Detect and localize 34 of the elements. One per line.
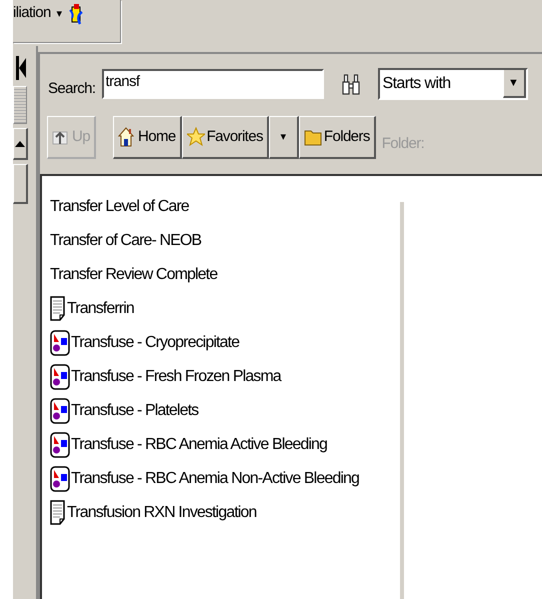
arrow-up-icon [15,140,25,146]
tab-panel[interactable]: iliation ▾ [13,0,121,43]
result-item[interactable]: Transfuse - Cryoprecipitate [71,334,240,352]
scroll-up-button[interactable] [13,128,28,160]
order-set-icon [50,398,70,424]
match-dropdown[interactable]: Starts with ▼ [378,68,528,100]
result-item[interactable]: Transfusion RXN Investigation [67,504,256,522]
result-item[interactable]: Transfer Review Complete [50,266,218,284]
order-set-icon [50,466,70,492]
folders-button[interactable]: Folders [298,116,376,158]
result-item[interactable]: Transfer of Care- NEOB [50,232,202,250]
result-item[interactable]: Transferrin [67,300,134,318]
favorites-menu-button[interactable]: ▾ [268,116,299,158]
search-label: Search: [48,80,96,96]
document-icon [50,500,66,526]
result-item[interactable]: Transfuse - RBC Anemia Active Bleeding [71,436,328,454]
order-set-icon [50,364,70,390]
star-icon [186,126,205,146]
order-set-icon [50,330,70,356]
scroll-button[interactable] [13,164,28,204]
document-icon [50,296,66,322]
favorites-button[interactable]: Favorites [182,116,269,158]
result-item[interactable]: Transfuse - Fresh Frozen Plasma [71,368,281,386]
result-item[interactable]: Transfuse - Platelets [71,402,198,420]
order-set-icon [50,432,70,458]
collapse-icon[interactable] [16,56,26,80]
search-field[interactable]: transf [102,69,324,99]
house-icon [118,126,136,146]
binoculars-icon [342,73,360,95]
result-item[interactable]: Transfer Level of Care [50,198,189,216]
folder-label: Folder: [382,134,424,152]
scroll-track [13,86,27,124]
home-button[interactable]: Home [112,116,182,158]
result-item[interactable]: Transfuse - RBC Anemia Non-Active Bleeding [71,470,359,488]
